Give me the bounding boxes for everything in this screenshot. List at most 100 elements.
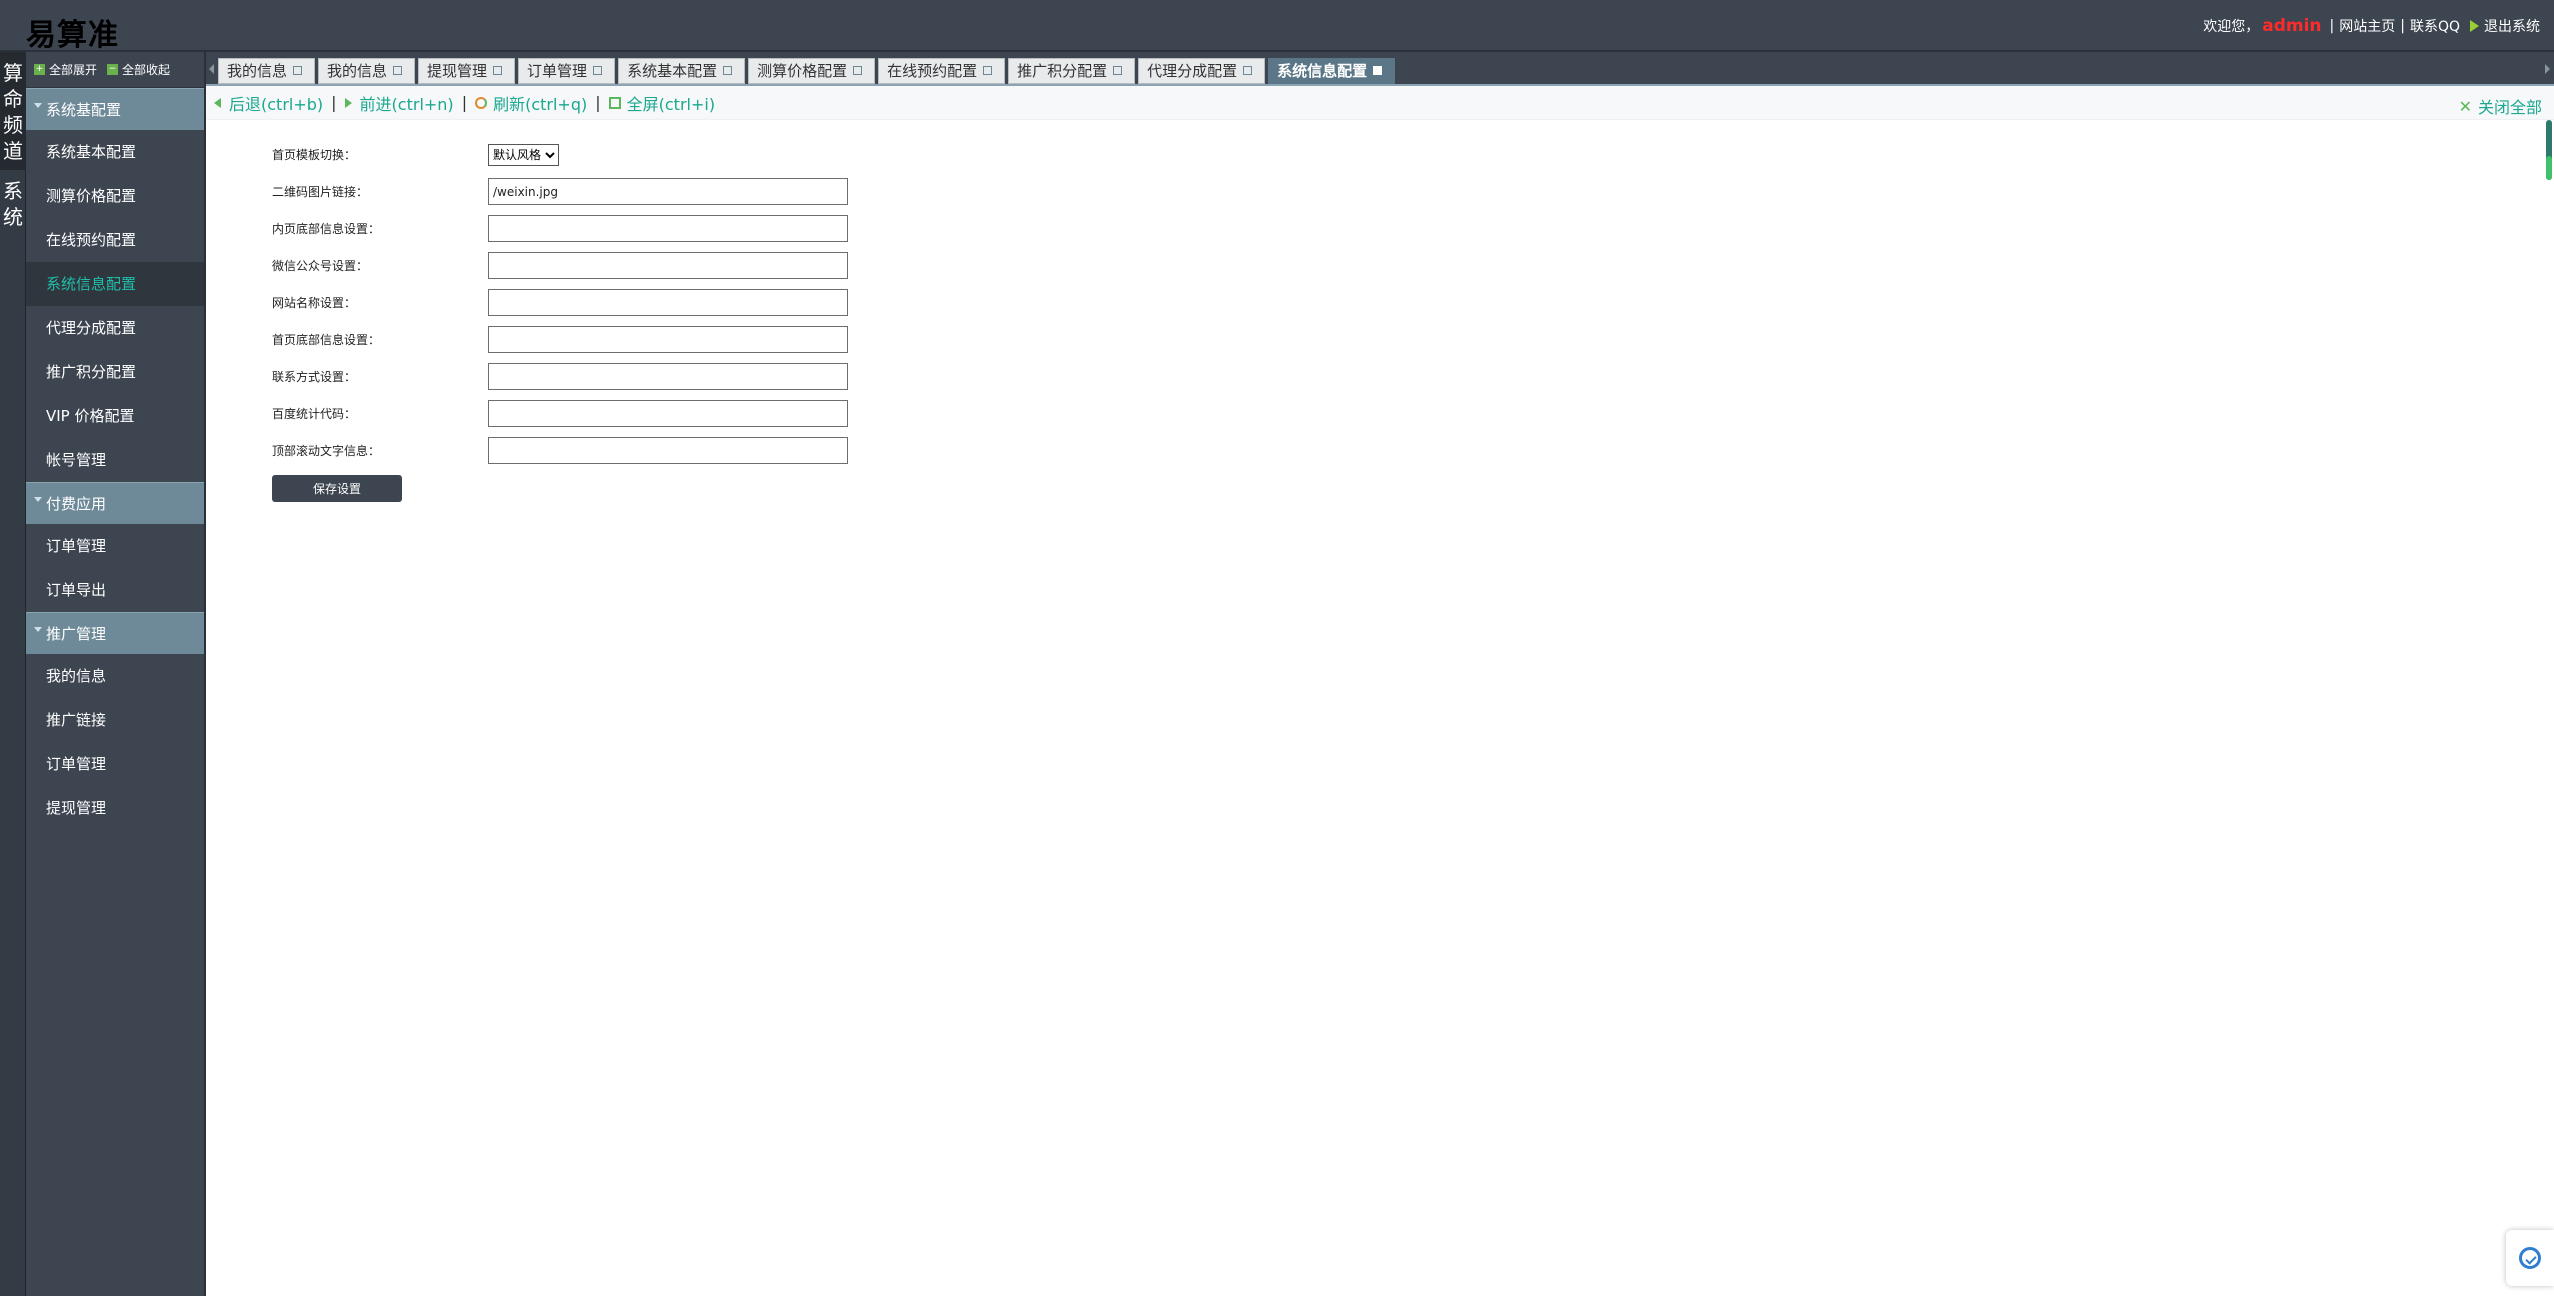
tab-close-icon[interactable] xyxy=(393,66,403,75)
contact-qq-link[interactable]: 联系QQ xyxy=(2410,16,2460,36)
form-row: 联系方式设置： xyxy=(272,358,848,395)
baidu-stats-input[interactable] xyxy=(488,400,848,427)
forward-button[interactable]: 前进(ctrl+n) xyxy=(344,91,454,115)
form-row: 首页底部信息设置： xyxy=(272,321,848,358)
home-footer-input[interactable] xyxy=(488,326,848,353)
plus-icon: + xyxy=(34,64,45,75)
user-bar: 欢迎您， admin | 网站主页 | 联系QQ 退出系统 xyxy=(2203,16,2540,36)
refresh-button[interactable]: 刷新(ctrl+q) xyxy=(475,91,587,115)
tab-price-config[interactable]: 测算价格配置 xyxy=(748,58,876,84)
main-content: 后退(ctrl+b) | 前进(ctrl+n) | 刷新(ctrl+q) | 全… xyxy=(206,86,2554,1296)
sidebar-item-info-config[interactable]: 系统信息配置 xyxy=(26,262,204,306)
site-name-input[interactable] xyxy=(488,289,848,316)
save-settings-button[interactable]: 保存设置 xyxy=(272,475,402,502)
helper-icon xyxy=(2519,1247,2541,1269)
field-label: 内页底部信息设置： xyxy=(272,222,381,236)
tab-scroll-right-icon[interactable] xyxy=(2545,64,2550,74)
tab-booking-config[interactable]: 在线预约配置 xyxy=(878,58,1006,84)
tab-basic-config[interactable]: 系统基本配置 xyxy=(618,58,746,84)
app-logo: 易算准 xyxy=(26,18,119,53)
expand-all-button[interactable]: + 全部展开 xyxy=(34,61,97,78)
sidebar-item-vip-config[interactable]: VIP 价格配置 xyxy=(26,394,204,438)
tab-close-icon[interactable] xyxy=(1373,66,1383,75)
site-home-link[interactable]: 网站主页 xyxy=(2339,16,2395,36)
floating-helper-button[interactable] xyxy=(2506,1230,2554,1286)
tab-bar: 我的信息 我的信息 提现管理 订单管理 系统基本配置 测算价格配置 在线预约配置… xyxy=(206,52,2554,86)
top-header: 易算准 欢迎您， admin | 网站主页 | 联系QQ 退出系统 xyxy=(0,0,2554,53)
sidebar: + 全部展开 − 全部收起 系统基配置 系统基本配置 测算价格配置 在线预约配置… xyxy=(26,52,206,1296)
tab-points-config[interactable]: 推广积分配置 xyxy=(1008,58,1136,84)
sidebar-item-orders[interactable]: 订单管理 xyxy=(26,524,204,568)
tab-close-icon[interactable] xyxy=(1243,66,1253,75)
contact-input[interactable] xyxy=(488,363,848,390)
back-arrow-icon xyxy=(214,97,221,108)
channel-system[interactable]: 系统 xyxy=(0,170,26,230)
tab-agent-config[interactable]: 代理分成配置 xyxy=(1138,58,1266,84)
field-label: 微信公众号设置： xyxy=(272,259,369,273)
nav-toolbar: 后退(ctrl+b) | 前进(ctrl+n) | 刷新(ctrl+q) | 全… xyxy=(206,86,2554,120)
tab-close-icon[interactable] xyxy=(853,66,863,75)
tab-close-icon[interactable] xyxy=(1113,66,1123,75)
sidebar-item-promo-orders[interactable]: 订单管理 xyxy=(26,742,204,786)
back-button[interactable]: 后退(ctrl+b) xyxy=(214,91,323,115)
channel-label: 系统 xyxy=(3,179,23,229)
tab-scroll-left-icon[interactable] xyxy=(209,64,214,74)
field-label: 网站名称设置： xyxy=(272,296,357,310)
marquee-text-input[interactable] xyxy=(488,437,848,464)
tab-list: 我的信息 我的信息 提现管理 订单管理 系统基本配置 测算价格配置 在线预约配置… xyxy=(218,58,1396,84)
sidebar-group-paid-apps[interactable]: 付费应用 xyxy=(26,482,204,524)
fullscreen-button[interactable]: 全屏(ctrl+i) xyxy=(608,91,715,115)
tab-info-config[interactable]: 系统信息配置 xyxy=(1268,58,1396,84)
vertical-scrollbar[interactable] xyxy=(2542,120,2554,1296)
sidebar-item-agent-config[interactable]: 代理分成配置 xyxy=(26,306,204,350)
forward-arrow-icon xyxy=(344,97,352,108)
tab-close-icon[interactable] xyxy=(293,66,303,75)
collapse-all-button[interactable]: − 全部收起 xyxy=(107,61,170,78)
theme-select[interactable]: 默认风格 xyxy=(488,143,559,166)
scrollbar-indicator xyxy=(2546,156,2552,180)
qrcode-link-input[interactable] xyxy=(488,178,848,205)
sidebar-item-my-info[interactable]: 我的信息 xyxy=(26,654,204,698)
minus-icon: − xyxy=(107,64,119,75)
sidebar-item-price-config[interactable]: 测算价格配置 xyxy=(26,174,204,218)
close-all-button[interactable]: ✕ 关闭全部 xyxy=(2459,94,2542,118)
sidebar-group-promotion[interactable]: 推广管理 xyxy=(26,612,204,654)
wechat-account-input[interactable] xyxy=(488,252,848,279)
tab-close-icon[interactable] xyxy=(593,66,603,75)
form-row: 顶部滚动文字信息： xyxy=(272,432,848,469)
form-row: 网站名称设置： xyxy=(272,284,848,321)
field-label: 联系方式设置： xyxy=(272,370,357,384)
sidebar-item-order-export[interactable]: 订单导出 xyxy=(26,568,204,612)
tab-my-info-2[interactable]: 我的信息 xyxy=(318,58,416,84)
tab-close-icon[interactable] xyxy=(983,66,993,75)
sidebar-item-withdrawals[interactable]: 提现管理 xyxy=(26,786,204,830)
sidebar-item-booking-config[interactable]: 在线预约配置 xyxy=(26,218,204,262)
tab-withdrawals[interactable]: 提现管理 xyxy=(418,58,516,84)
channel-strip: 算命频道 系统 xyxy=(0,52,26,1296)
sidebar-group-system-config[interactable]: 系统基配置 xyxy=(26,88,204,130)
form-row-theme: 首页模板切换： 默认风格 xyxy=(272,136,848,173)
channel-label: 算命频道 xyxy=(3,61,23,163)
logout-link[interactable]: 退出系统 xyxy=(2484,16,2540,36)
form-row: 百度统计代码： xyxy=(272,395,848,432)
tab-orders[interactable]: 订单管理 xyxy=(518,58,616,84)
logout-icon xyxy=(2470,20,2479,32)
tab-my-info[interactable]: 我的信息 xyxy=(218,58,316,84)
settings-form: 首页模板切换： 默认风格 二维码图片链接： 内页底部信息设置： 微信公众号设置：… xyxy=(272,136,848,502)
form-row: 微信公众号设置： xyxy=(272,247,848,284)
field-label: 首页底部信息设置： xyxy=(272,333,381,347)
tab-close-icon[interactable] xyxy=(723,66,733,75)
sidebar-item-basic-config[interactable]: 系统基本配置 xyxy=(26,130,204,174)
fullscreen-icon xyxy=(608,96,621,109)
tab-close-icon[interactable] xyxy=(493,66,503,75)
username: admin xyxy=(2262,16,2322,36)
channel-fortune[interactable]: 算命频道 xyxy=(0,52,26,170)
expand-bar: + 全部展开 − 全部收起 xyxy=(26,52,204,88)
field-label: 二维码图片链接： xyxy=(272,185,369,199)
sidebar-item-accounts[interactable]: 帐号管理 xyxy=(26,438,204,482)
theme-label: 首页模板切换： xyxy=(272,148,357,162)
inner-footer-input[interactable] xyxy=(488,215,848,242)
welcome-text: 欢迎您， xyxy=(2203,19,2260,35)
sidebar-item-promo-link[interactable]: 推广链接 xyxy=(26,698,204,742)
sidebar-item-points-config[interactable]: 推广积分配置 xyxy=(26,350,204,394)
